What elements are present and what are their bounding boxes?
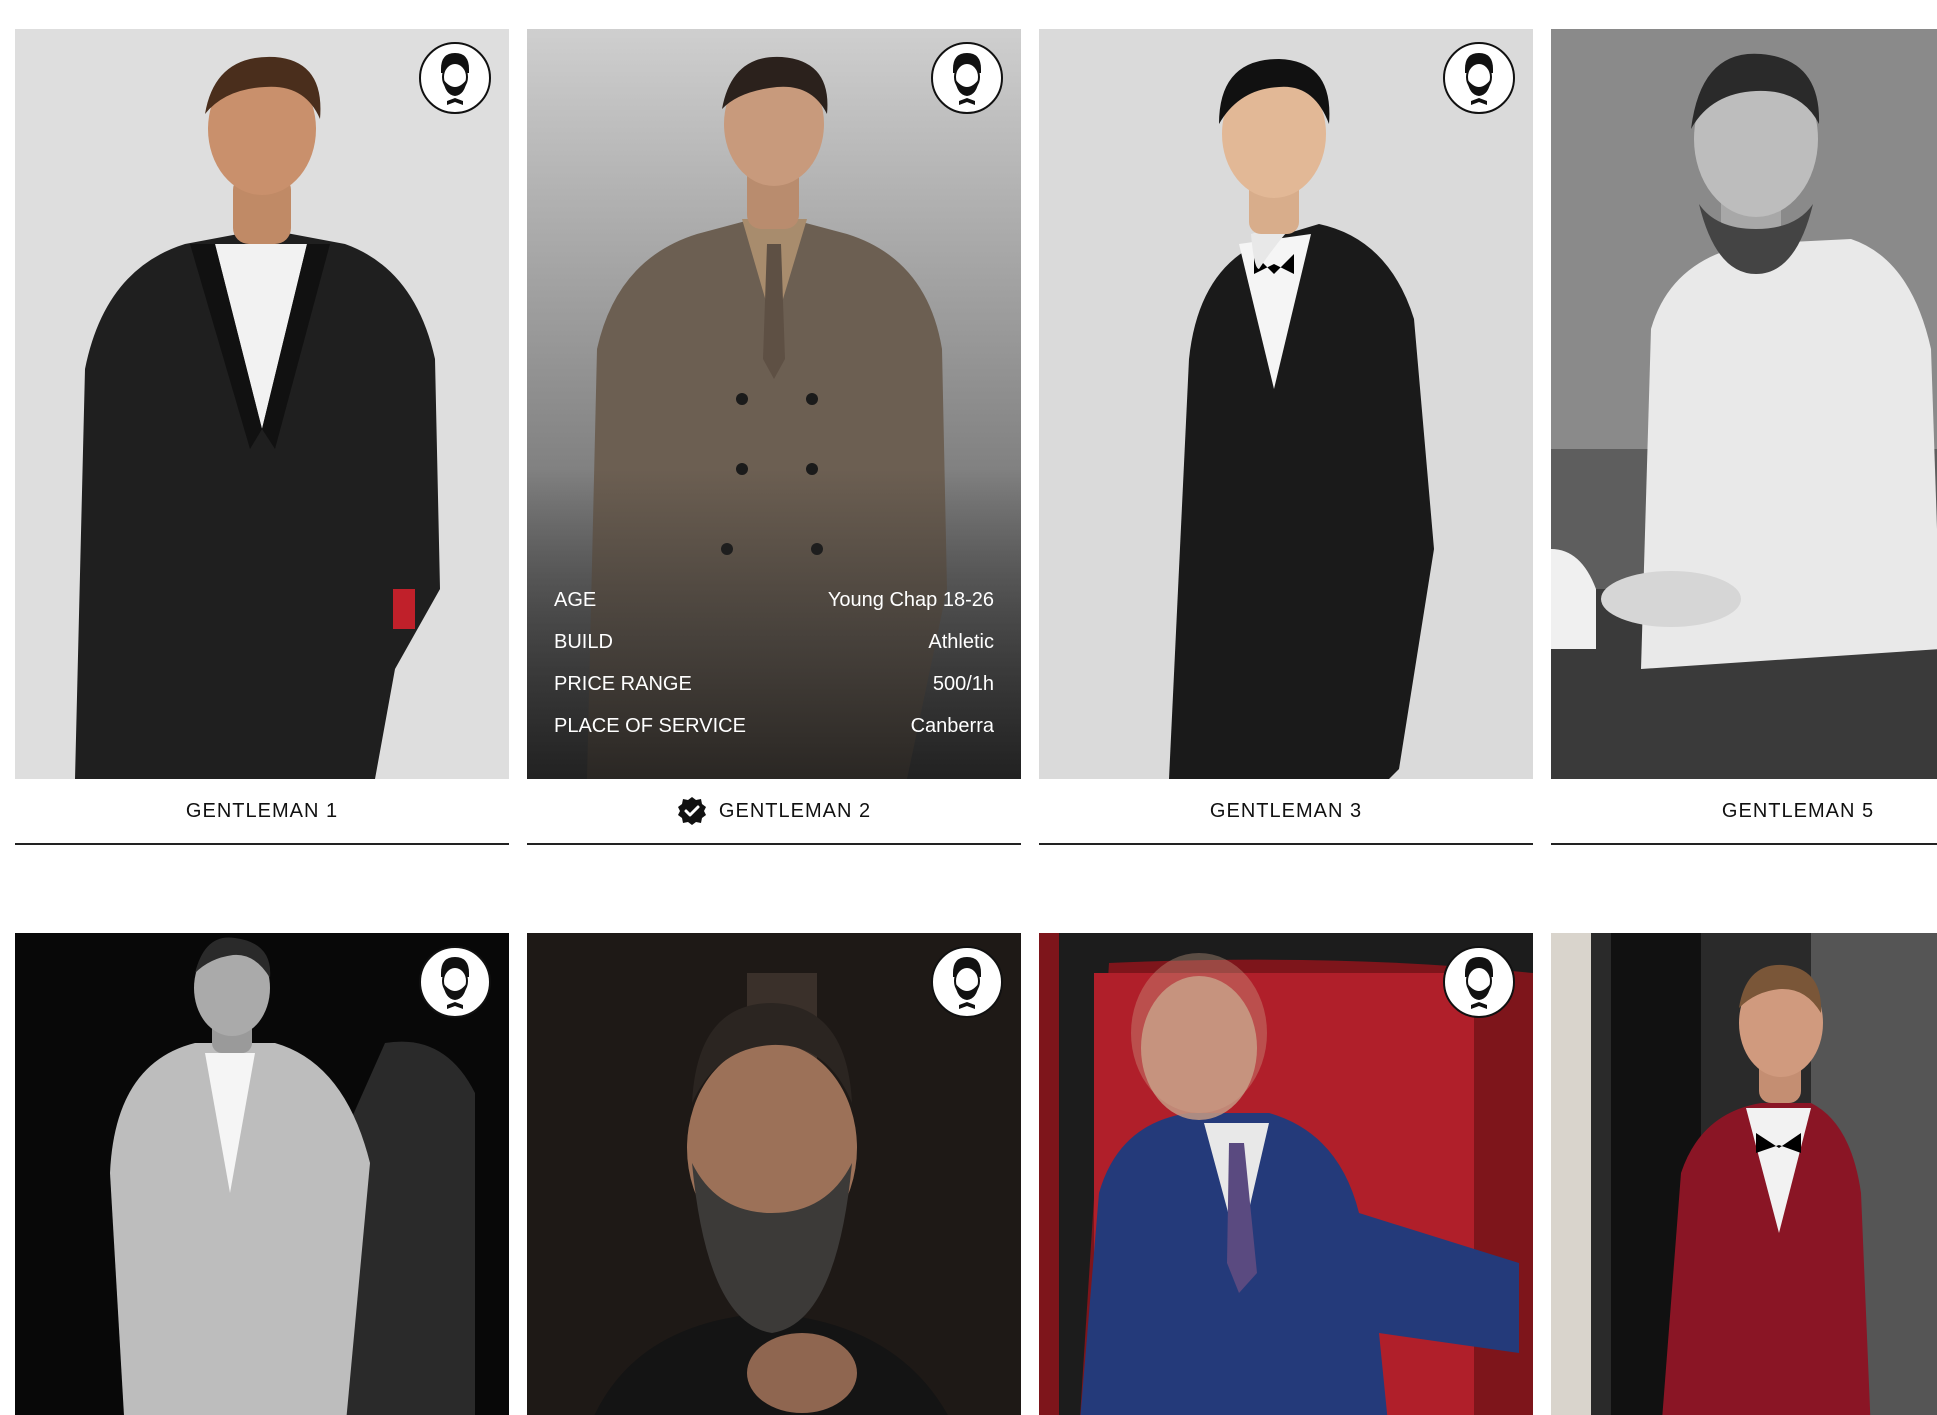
verified-check-icon [677,796,707,826]
gentleman-photo[interactable] [527,933,1021,1415]
gentleman-name-caption[interactable]: GENTLEMAN 1 [15,779,509,845]
detail-value: Athletic [928,630,994,653]
detail-label: BUILD [554,630,613,653]
detail-value: Young Chap 18-26 [827,588,994,611]
gentleman-avatar-icon [419,42,491,114]
gentleman-photo[interactable] [1039,933,1533,1415]
gentleman-details: AGE Young Chap 18-26 BUILD Athletic PRIC… [554,579,994,747]
gentleman-avatar-icon [419,946,491,1018]
gentleman-avatar-icon [931,946,1003,1018]
gentleman-avatar-icon [1443,946,1515,1018]
gentleman-name[interactable]: GENTLEMAN 5 [1722,800,1874,823]
gentleman-photo[interactable] [15,29,509,779]
gentleman-name[interactable]: GENTLEMAN 1 [186,800,338,823]
gentleman-name[interactable]: GENTLEMAN 3 [1210,800,1362,823]
gentleman-name-caption[interactable]: GENTLEMAN 3 [1039,779,1533,845]
detail-row-build: BUILD Athletic [554,621,994,663]
gentleman-name[interactable]: GENTLEMAN 2 [719,800,871,823]
detail-row-price: PRICE RANGE 500/1h [554,663,994,705]
gentleman-name-caption[interactable]: GENTLEMAN 5 [1551,779,1937,845]
photo-illustration [1551,933,1937,1415]
gentleman-avatar-icon [931,42,1003,114]
detail-label: AGE [554,588,597,611]
gentleman-photo[interactable] [1551,29,1937,779]
photo-illustration [1551,29,1937,779]
detail-row-age: AGE Young Chap 18-26 [554,579,994,621]
gentleman-photo[interactable] [1551,933,1937,1415]
detail-label: PRICE RANGE [554,672,692,695]
gentleman-photo[interactable]: AGE Young Chap 18-26 BUILD Athletic PRIC… [527,29,1021,779]
detail-value: Canberra [910,714,994,737]
detail-row-place: PLACE OF SERVICE Canberra [554,705,994,747]
photo-illustration [1039,29,1533,779]
gentleman-name-caption[interactable]: GENTLEMAN 2 [527,779,1021,845]
gentleman-photo[interactable] [15,933,509,1415]
detail-value: 500/1h [932,672,994,695]
gentlemen-grid: GENTLEMAN 1 AGE Young Chap 18-26 BUILD A… [15,29,1937,1415]
gentleman-photo[interactable] [1039,29,1533,779]
detail-label: PLACE OF SERVICE [554,714,746,737]
gentleman-avatar-icon [1443,42,1515,114]
photo-illustration [15,29,509,779]
